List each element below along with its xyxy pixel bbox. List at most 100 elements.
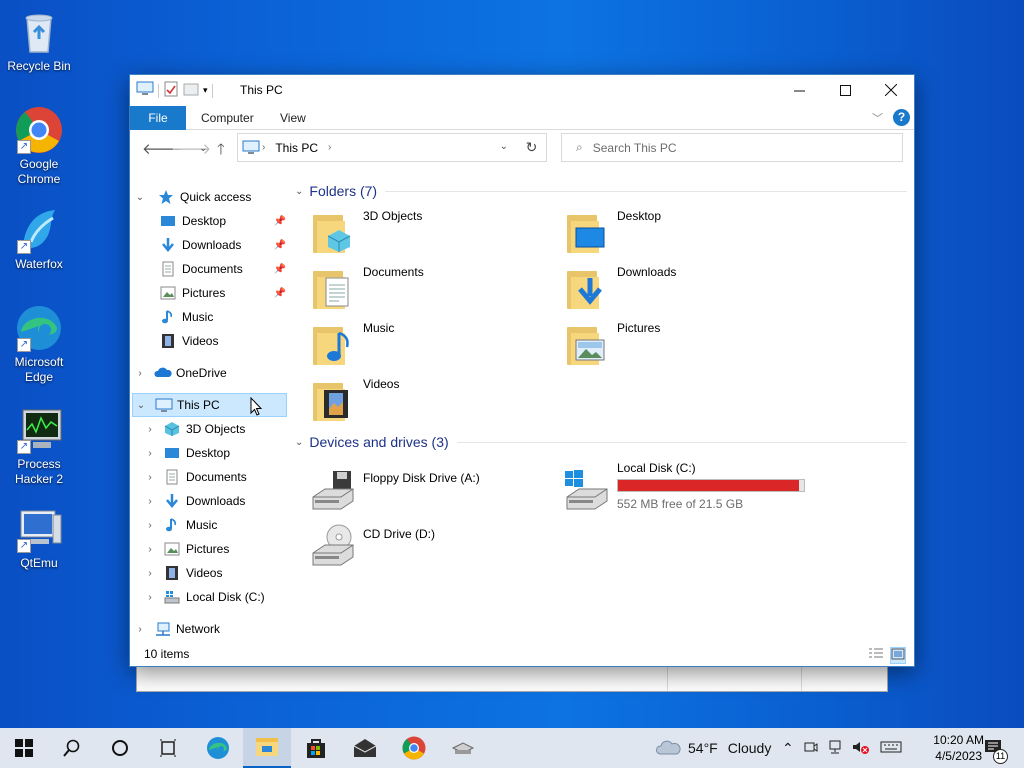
taskbar-file-explorer[interactable]: [243, 728, 291, 768]
keyboard-icon[interactable]: [880, 740, 902, 757]
nav-item-qa-downloads[interactable]: Downloads 📌: [160, 233, 290, 257]
chevron-up-icon[interactable]: ⌃: [782, 740, 794, 757]
chevron-down-icon[interactable]: ⌄: [295, 437, 303, 448]
folder-tile-downloads[interactable]: Downloads: [551, 265, 801, 317]
search-button[interactable]: [48, 728, 96, 768]
nav-item-network[interactable]: › Network: [134, 617, 284, 641]
folder-tile-pictures[interactable]: Pictures: [551, 321, 801, 373]
recent-locations-icon[interactable]: ⌄: [199, 143, 207, 154]
desktop-icon-edge[interactable]: ↗ Microsoft Edge: [4, 304, 74, 385]
notification-center-button[interactable]: 11: [976, 728, 1010, 768]
chevron-right-icon[interactable]: ›: [134, 624, 146, 635]
maximize-button[interactable]: [822, 75, 868, 105]
taskbar-edge[interactable]: [194, 728, 242, 768]
nav-item-pc-music[interactable]: › Music: [144, 513, 290, 537]
folder-tile-documents[interactable]: Documents: [297, 265, 547, 317]
properties-icon[interactable]: [163, 81, 179, 100]
desktop-icon-process-hacker[interactable]: ↗ Process Hacker 2: [4, 406, 74, 487]
nav-item-this-pc[interactable]: ⌄ This PC: [132, 393, 287, 417]
nav-item-qa-music[interactable]: Music: [160, 305, 290, 329]
tab-file[interactable]: File: [130, 106, 186, 130]
address-bar[interactable]: › This PC › ⌄: [237, 133, 547, 162]
breadcrumb-chevron-icon[interactable]: ›: [262, 142, 265, 153]
folder-tile-videos[interactable]: Videos: [297, 377, 547, 429]
pin-icon[interactable]: 📌: [274, 216, 286, 227]
nav-item-pc-3d-objects[interactable]: › 3D Objects: [144, 417, 290, 441]
background-window[interactable]: [136, 664, 888, 692]
customize-toolbar-icon[interactable]: ▾: [203, 85, 208, 96]
cloud-icon: [154, 365, 172, 381]
desktop-icon-recycle-bin[interactable]: Recycle Bin: [4, 8, 74, 74]
drive-tile-local-disk[interactable]: Local Disk (C:) 552 MB free of 21.5 GB: [551, 461, 805, 521]
network-status-icon[interactable]: [828, 740, 842, 757]
nav-item-qa-pictures[interactable]: Pictures 📌: [160, 281, 290, 305]
nav-item-qa-desktop[interactable]: Desktop 📌: [160, 209, 290, 233]
nav-item-pc-downloads[interactable]: › Downloads: [144, 489, 290, 513]
chevron-right-icon[interactable]: ›: [144, 568, 156, 579]
nav-item-pc-videos[interactable]: › Videos: [144, 561, 290, 585]
nav-item-qa-documents[interactable]: Documents 📌: [160, 257, 290, 281]
folders-group-header[interactable]: ⌄ Folders (7): [295, 183, 907, 199]
chevron-down-icon[interactable]: ⌄: [134, 192, 146, 203]
desktop-icon-qtemu[interactable]: ↗ QtEmu: [4, 505, 74, 571]
nav-item-quick-access[interactable]: ⌄ Quick access: [134, 185, 284, 209]
title-bar[interactable]: ▾ This PC: [130, 75, 914, 105]
new-folder-icon[interactable]: [183, 81, 199, 100]
chevron-right-icon[interactable]: ›: [144, 544, 156, 555]
breadcrumb-this-pc[interactable]: This PC: [275, 141, 318, 155]
tab-computer[interactable]: Computer: [201, 106, 254, 130]
nav-item-pc-desktop[interactable]: › Desktop: [144, 441, 290, 465]
cortana-button[interactable]: [96, 728, 144, 768]
refresh-button[interactable]: ↻: [517, 133, 547, 162]
expand-ribbon-icon[interactable]: ﹀: [872, 110, 883, 126]
chevron-right-icon[interactable]: ›: [134, 368, 146, 379]
address-dropdown-icon[interactable]: ⌄: [500, 141, 508, 152]
details-view-icon[interactable]: [868, 647, 884, 664]
cloud-icon: [656, 740, 681, 755]
nav-item-pc-pictures[interactable]: › Pictures: [144, 537, 290, 561]
weather-widget[interactable]: 54°F Cloudy: [656, 728, 771, 768]
chevron-down-icon[interactable]: ⌄: [135, 400, 147, 411]
close-button[interactable]: [868, 75, 914, 105]
chevron-right-icon[interactable]: ›: [144, 424, 156, 435]
chevron-right-icon[interactable]: ›: [144, 472, 156, 483]
meet-now-icon[interactable]: [804, 740, 818, 757]
pin-icon[interactable]: 📌: [274, 264, 286, 275]
taskbar-app[interactable]: [439, 728, 487, 768]
up-arrow-icon[interactable]: 🡑: [217, 139, 225, 164]
desktop-icon-waterfox[interactable]: ↗ Waterfox: [4, 206, 74, 272]
help-button[interactable]: ?: [893, 109, 910, 126]
pin-icon[interactable]: 📌: [274, 240, 286, 251]
minimize-button[interactable]: [776, 75, 822, 105]
volume-muted-icon[interactable]: [852, 740, 870, 757]
search-input[interactable]: ⌕ Search This PC: [561, 133, 903, 162]
task-view-button[interactable]: [144, 728, 192, 768]
chevron-down-icon[interactable]: ⌄: [295, 186, 303, 197]
folder-tile-3d-objects[interactable]: 3D Objects: [297, 209, 547, 261]
drive-tile-cd[interactable]: CD Drive (D:): [297, 523, 547, 575]
taskbar-mail[interactable]: [341, 728, 389, 768]
tab-view[interactable]: View: [280, 106, 306, 130]
nav-item-onedrive[interactable]: › OneDrive: [134, 361, 284, 385]
search-icon: ⌕: [576, 140, 583, 154]
desktop-icon-chrome[interactable]: ↗ Google Chrome: [4, 106, 74, 187]
taskbar-store[interactable]: [292, 728, 340, 768]
folder-tile-desktop[interactable]: Desktop: [551, 209, 801, 261]
pin-icon[interactable]: 📌: [274, 288, 286, 299]
breadcrumb-chevron-icon[interactable]: ›: [328, 142, 331, 153]
folder-tile-music[interactable]: Music: [297, 321, 547, 373]
chevron-right-icon[interactable]: ›: [144, 496, 156, 507]
desktop-folder-icon: [563, 209, 611, 257]
taskbar-chrome[interactable]: [390, 728, 438, 768]
nav-item-qa-videos[interactable]: Videos: [160, 329, 290, 353]
nav-item-pc-local-disk[interactable]: › Local Disk (C:): [144, 585, 290, 609]
devices-group-header[interactable]: ⌄ Devices and drives (3): [295, 434, 907, 450]
chevron-right-icon[interactable]: ›: [144, 448, 156, 459]
nav-label: This PC: [177, 398, 220, 412]
large-icons-view-icon[interactable]: [890, 647, 906, 664]
drive-tile-floppy[interactable]: Floppy Disk Drive (A:): [297, 467, 547, 519]
chevron-right-icon[interactable]: ›: [144, 592, 156, 603]
chevron-right-icon[interactable]: ›: [144, 520, 156, 531]
start-button[interactable]: [0, 728, 48, 768]
nav-item-pc-documents[interactable]: › Documents: [144, 465, 290, 489]
